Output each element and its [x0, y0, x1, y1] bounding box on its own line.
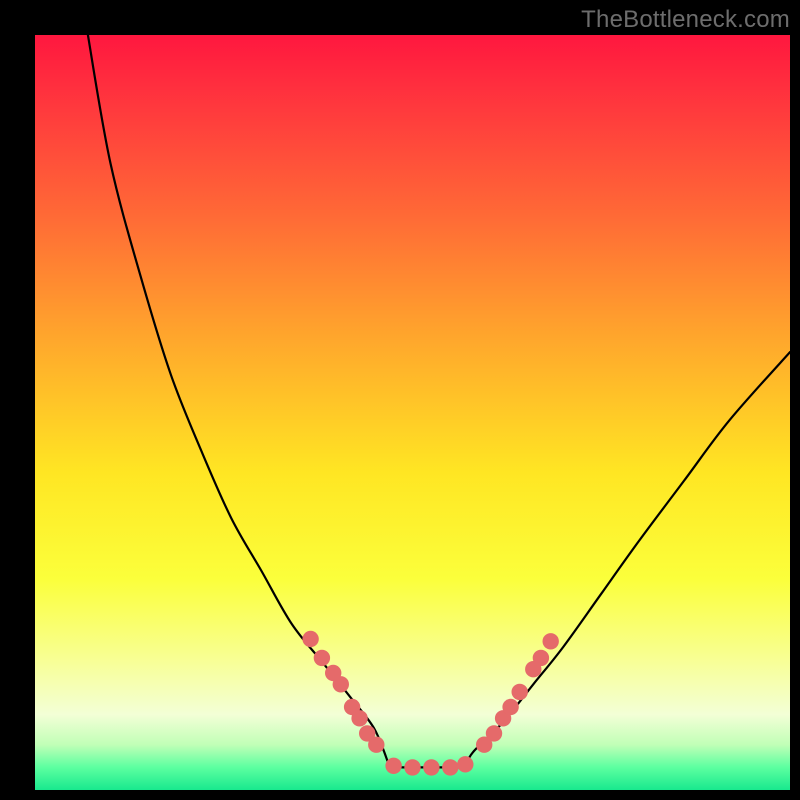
- bottleneck-curve: [88, 35, 790, 767]
- marker-dot: [333, 676, 349, 692]
- marker-dots-group: [302, 631, 559, 776]
- marker-dot: [314, 650, 330, 666]
- chart-frame: TheBottleneck.com: [0, 0, 800, 800]
- marker-dot: [533, 650, 549, 666]
- marker-dot: [423, 759, 439, 775]
- marker-dot: [442, 759, 458, 775]
- marker-dot: [543, 633, 559, 649]
- marker-dot: [385, 758, 401, 774]
- marker-dot: [502, 699, 518, 715]
- marker-dot: [302, 631, 318, 647]
- watermark-text: TheBottleneck.com: [581, 6, 790, 34]
- marker-dot: [351, 710, 367, 726]
- marker-dot: [457, 756, 473, 772]
- chart-svg: [35, 35, 790, 790]
- marker-dot: [404, 759, 420, 775]
- marker-dot: [512, 684, 528, 700]
- marker-dot: [368, 737, 384, 753]
- plot-area: [35, 35, 790, 790]
- marker-dot: [486, 725, 502, 741]
